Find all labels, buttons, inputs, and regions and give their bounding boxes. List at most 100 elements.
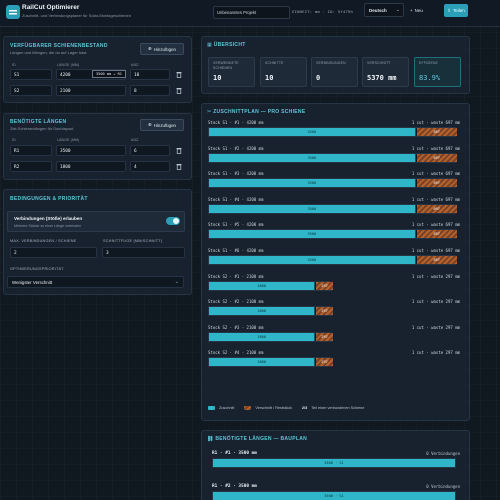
stat-efficiency: EFFIZIENZ 83.9%	[414, 57, 461, 87]
rail-track: 3500 697	[208, 152, 457, 163]
add-stock-button[interactable]: ⊕ Hinzufügen	[140, 43, 184, 55]
plus-icon: +	[410, 8, 413, 13]
required-length-field[interactable]: 1800	[56, 161, 126, 172]
col-head-length: LÄNGE (MM)	[57, 138, 80, 142]
build-plan-title-text: BENÖTIGTE LÄNGEN — BAUPLAN	[215, 436, 308, 442]
priority-select[interactable]: Wenigster Verschnitt ⌄	[7, 276, 184, 288]
stat-value: 0	[316, 74, 321, 82]
required-qty-field[interactable]: 6	[130, 145, 170, 156]
chevron-down-icon: ⌄	[395, 7, 400, 13]
project-name-input[interactable]	[213, 6, 290, 19]
build-plan-title: ⛓ BENÖTIGTE LÄNGEN — BAUPLAN	[207, 436, 307, 442]
trash-icon[interactable]	[176, 71, 182, 78]
cut-segment: 3500	[209, 128, 416, 136]
rail-waste-text: 1 cut · waste 297 mm	[411, 273, 460, 279]
waste-segment: 297	[316, 307, 333, 316]
rail-icon	[9, 10, 17, 15]
rail-track: 3500 697	[208, 229, 457, 240]
stat-label: VERSCHNITT	[367, 61, 391, 65]
waste-segment: 697	[416, 204, 457, 213]
rail-waste-text: 1 cut · waste 697 mm	[411, 248, 460, 253]
stat-label: SCHNITTE	[265, 61, 284, 65]
rail-waste-text: 1 cut · waste 697 mm	[411, 145, 460, 151]
build-row-joins: 0 Verbindungen	[426, 484, 460, 489]
new-project-button[interactable]: + Neu	[410, 5, 423, 16]
share-button[interactable]: ⇧ Teilen	[444, 4, 468, 17]
rail-label: Stock S1 · #5 · 4200 mm	[208, 222, 264, 228]
app-logo	[6, 5, 20, 19]
stock-id-field[interactable]: S1	[10, 69, 52, 80]
cut-segment: 1800	[209, 281, 316, 290]
max-joins-field[interactable]: 2	[10, 247, 97, 258]
required-id-field[interactable]: R2	[10, 161, 52, 172]
stock-length-field[interactable]: 2100	[56, 85, 126, 96]
stat-value: 5370 mm	[367, 74, 397, 82]
required-qty-field[interactable]: 4	[130, 161, 170, 172]
stock-subtitle: Längen und Mengen, die du auf Lager hast	[10, 50, 87, 55]
required-length-field[interactable]: 3500	[56, 145, 126, 156]
waste-segment: 297	[316, 358, 333, 367]
cut-plan-title: ✂ ZUSCHNITTPLAN — PRO SCHIENE	[207, 109, 305, 115]
stat-label: VERWENDETE SCHIENEN	[213, 61, 239, 70]
rail-label: Stock S1 · #3 · 4200 mm	[208, 171, 264, 177]
language-select[interactable]: Deutsch ⌄	[364, 3, 404, 17]
trash-icon[interactable]	[176, 87, 182, 94]
rail-label: Stock S1 · #2 · 4200 mm	[208, 145, 264, 151]
waste-segment: 697	[416, 230, 457, 239]
col-head-qty: ANZ.	[131, 63, 140, 67]
legend-waste-swatch	[244, 406, 252, 410]
drag-tooltip: 3500 mm → R1	[92, 70, 126, 78]
app-subtitle: Zuschnitt- und Verbindungsplaner für Sol…	[22, 13, 131, 18]
rail-label: Stock S1 · #6 · 4200 mm	[208, 248, 264, 253]
rail-track: 3500 697	[208, 203, 457, 214]
rail-track: 3500 697	[208, 178, 457, 189]
stat-waste: VERSCHNITT 5370 mm	[362, 57, 409, 87]
legend-cut-swatch	[208, 406, 215, 410]
rail-waste-text: 1 cut · waste 697 mm	[411, 171, 460, 177]
joins-toggle[interactable]	[166, 217, 180, 225]
stat-label: VERBINDUNGEN	[316, 61, 346, 65]
rail-waste-text: 1 cut · waste 697 mm	[411, 222, 460, 228]
col-head-length: LÄNGE (MM)	[57, 63, 80, 67]
build-row-label: R1 · #1 · 3500 mm	[212, 451, 257, 456]
unit-info: EINHEIT: mm · ID: 5f479h	[292, 9, 354, 14]
stock-title: VERFÜGBARER SCHIENENBESTAND	[10, 43, 108, 49]
trash-icon[interactable]	[176, 163, 182, 170]
rail-label: Stock S2 · #3 · 2100 mm	[208, 324, 264, 330]
rail-track: 3500 697	[208, 127, 457, 137]
overview-title-text: ÜBERSICHT	[213, 42, 246, 48]
add-required-button[interactable]: ⊕ Hinzufügen	[140, 119, 184, 131]
joins-sub: Mehrere Stücke zu einer Länge verbinden	[14, 224, 81, 228]
build-row-label: R1 · #2 · 3500 mm	[212, 484, 257, 489]
required-id-field[interactable]: R1	[10, 145, 52, 156]
rail-label: Stock S2 · #4 · 2100 mm	[208, 350, 264, 356]
rail-track: 1800 297	[208, 331, 333, 342]
rail-waste-text: 1 cut · waste 297 mm	[411, 299, 460, 305]
trash-icon[interactable]	[176, 147, 182, 154]
waste-segment: 697	[416, 153, 457, 162]
max-joins-label: MAX. VERBINDUNGEN / SCHIENE	[10, 239, 77, 243]
stock-qty-field[interactable]: 8	[130, 85, 170, 96]
rail-label: Stock S2 · #1 · 2100 mm	[208, 273, 264, 279]
stock-id-field[interactable]: S2	[10, 85, 52, 96]
app-header: RailCut Optimierer Zuschnitt- und Verbin…	[0, 0, 500, 27]
build-track: 3500 · S1	[212, 458, 456, 468]
stock-qty-field[interactable]: 10	[130, 69, 170, 80]
required-title: BENÖTIGTE LÄNGEN	[10, 119, 67, 125]
kerf-field[interactable]: 3	[102, 247, 185, 258]
stat-value: 83.9%	[419, 74, 441, 82]
cut-segment: 3500	[209, 153, 416, 162]
cut-segment: 1800	[209, 307, 316, 316]
cut-segment: 3500	[209, 256, 416, 264]
legend-waste: Verschnitt / Reststück	[255, 406, 292, 410]
chevron-down-icon: ⌄	[174, 279, 179, 285]
col-head-id: ID	[12, 63, 16, 67]
required-subtitle: Ziel-Schienenlängen für Dachlayout	[10, 126, 74, 131]
waste-segment: 297	[316, 281, 333, 290]
new-label: Neu	[414, 8, 423, 13]
cut-segment: 3500	[209, 204, 416, 213]
constraints-title: BEDINGUNGEN & PRIORITÄT	[10, 196, 88, 202]
kerf-label: SCHNITTFUGE (MM/SCHNITT)	[103, 239, 163, 243]
waste-segment: 697	[416, 179, 457, 188]
build-row-joins: 0 Verbindungen	[426, 451, 460, 456]
